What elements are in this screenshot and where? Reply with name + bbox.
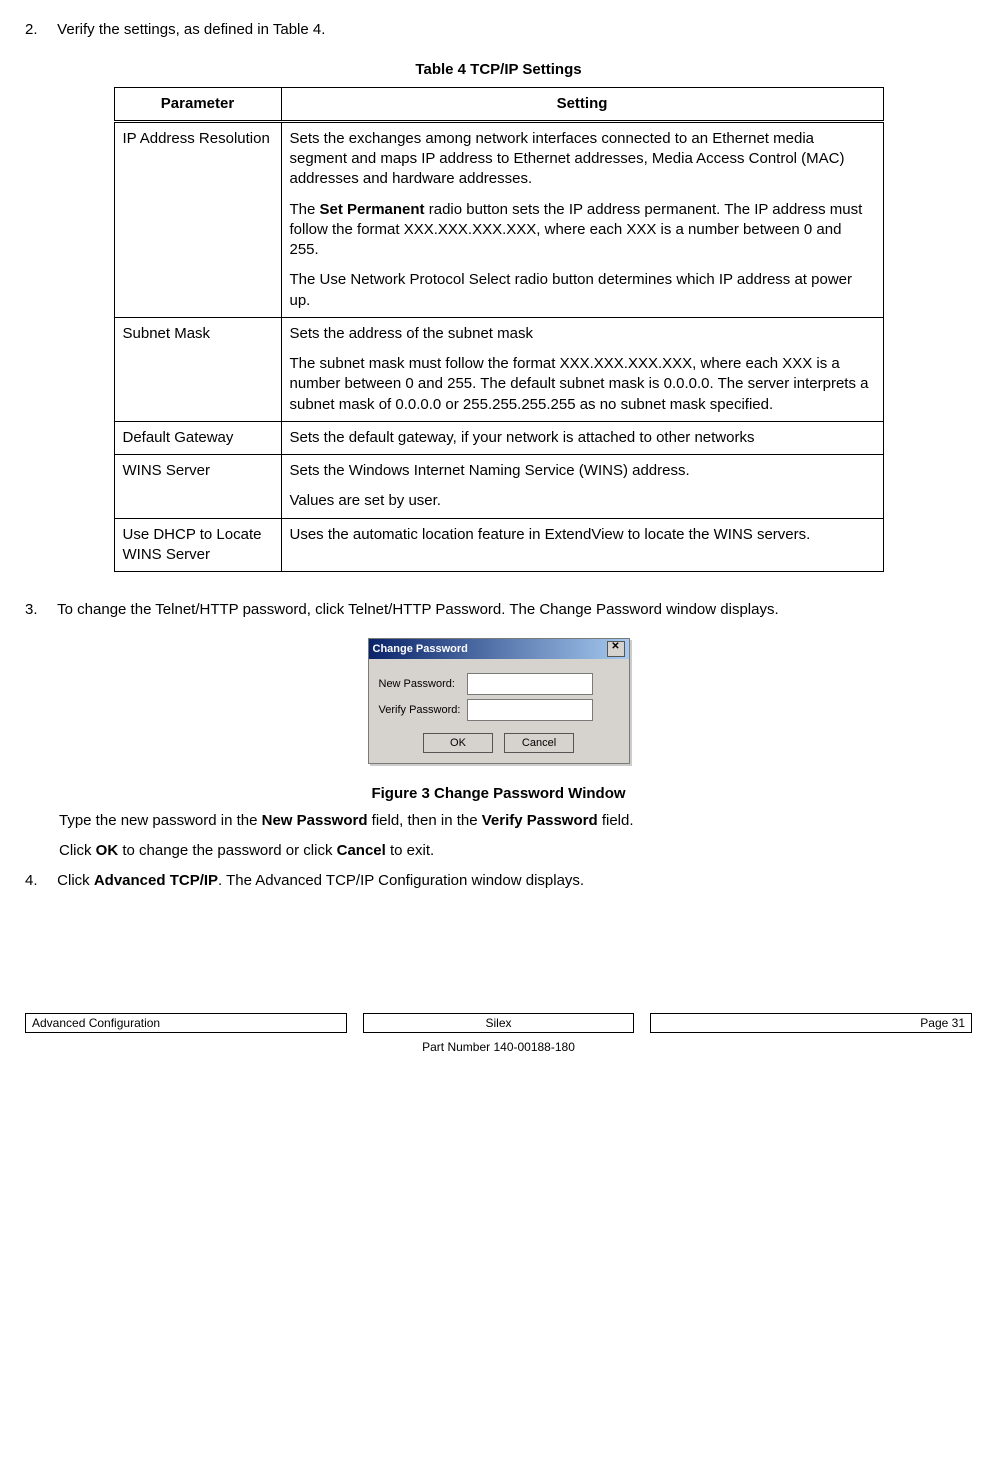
footer-page: Page 31	[650, 1013, 972, 1033]
table-row: IP Address Resolution Sets the exchanges…	[114, 121, 883, 317]
instruction-line: Type the new password in the New Passwor…	[59, 811, 972, 831]
new-password-field[interactable]	[467, 673, 593, 695]
param-cell: WINS Server	[114, 455, 281, 519]
table-row: Default Gateway Sets the default gateway…	[114, 421, 883, 454]
figure-3-caption: Figure 3 Change Password Window	[25, 784, 972, 804]
param-cell: Subnet Mask	[114, 317, 281, 421]
setting-cell: Sets the exchanges among network interfa…	[281, 121, 883, 317]
verify-password-field[interactable]	[467, 699, 593, 721]
param-cell: Use DHCP to Locate WINS Server	[114, 518, 281, 572]
step-text: Click Advanced TCP/IP. The Advanced TCP/…	[57, 871, 962, 891]
step-number: 2.	[25, 20, 53, 40]
new-password-label: New Password:	[379, 677, 467, 692]
footer-section: Advanced Configuration	[25, 1013, 347, 1033]
step-number: 3.	[25, 600, 53, 620]
setting-text: The Use Network Protocol Select radio bu…	[290, 270, 875, 311]
setting-text: The subnet mask must follow the format X…	[290, 354, 875, 415]
setting-text: Sets the address of the subnet mask	[290, 324, 875, 344]
table-header-row: Parameter Setting	[114, 87, 883, 121]
step-text: To change the Telnet/HTTP password, clic…	[57, 600, 962, 620]
table-row: WINS Server Sets the Windows Internet Na…	[114, 455, 883, 519]
close-icon[interactable]: ✕	[607, 641, 625, 657]
footer-company: Silex	[363, 1013, 634, 1033]
param-cell: Default Gateway	[114, 421, 281, 454]
cancel-button[interactable]: Cancel	[504, 733, 574, 753]
change-password-dialog: Change Password ✕ New Password: Verify P…	[368, 638, 630, 764]
table-row: Use DHCP to Locate WINS Server Uses the …	[114, 518, 883, 572]
instruction-line: Click OK to change the password or click…	[59, 841, 972, 861]
setting-text: Values are set by user.	[290, 491, 875, 511]
step-3: 3. To change the Telnet/HTTP password, c…	[25, 600, 972, 620]
table-row: Subnet Mask Sets the address of the subn…	[114, 317, 883, 421]
param-cell: IP Address Resolution	[114, 121, 281, 317]
setting-cell: Uses the automatic location feature in E…	[281, 518, 883, 572]
setting-cell: Sets the default gateway, if your networ…	[281, 421, 883, 454]
page-footer: Advanced Configuration Silex Page 31	[25, 1013, 972, 1033]
setting-text: Sets the Windows Internet Naming Service…	[290, 461, 875, 481]
ok-button[interactable]: OK	[423, 733, 493, 753]
setting-text: Sets the default gateway, if your networ…	[290, 428, 875, 448]
step-text: Verify the settings, as defined in Table…	[57, 20, 962, 40]
setting-cell: Sets the address of the subnet mask The …	[281, 317, 883, 421]
step-number: 4.	[25, 871, 53, 891]
step-3-continued: Type the new password in the New Passwor…	[25, 811, 972, 862]
header-setting: Setting	[281, 87, 883, 121]
table-4: Parameter Setting IP Address Resolution …	[114, 87, 884, 573]
setting-cell: Sets the Windows Internet Naming Service…	[281, 455, 883, 519]
step-4: 4. Click Advanced TCP/IP. The Advanced T…	[25, 871, 972, 891]
dialog-title: Change Password	[373, 642, 468, 657]
dialog-titlebar: Change Password ✕	[369, 639, 629, 659]
setting-text: Uses the automatic location feature in E…	[290, 525, 875, 545]
header-parameter: Parameter	[114, 87, 281, 121]
setting-text: Sets the exchanges among network interfa…	[290, 129, 875, 190]
part-number: Part Number 140-00188-180	[25, 1039, 972, 1055]
step-2: 2. Verify the settings, as defined in Ta…	[25, 20, 972, 40]
verify-password-label: Verify Password:	[379, 703, 467, 718]
setting-text: The Set Permanent radio button sets the …	[290, 200, 875, 261]
table-4-caption: Table 4 TCP/IP Settings	[25, 60, 972, 80]
